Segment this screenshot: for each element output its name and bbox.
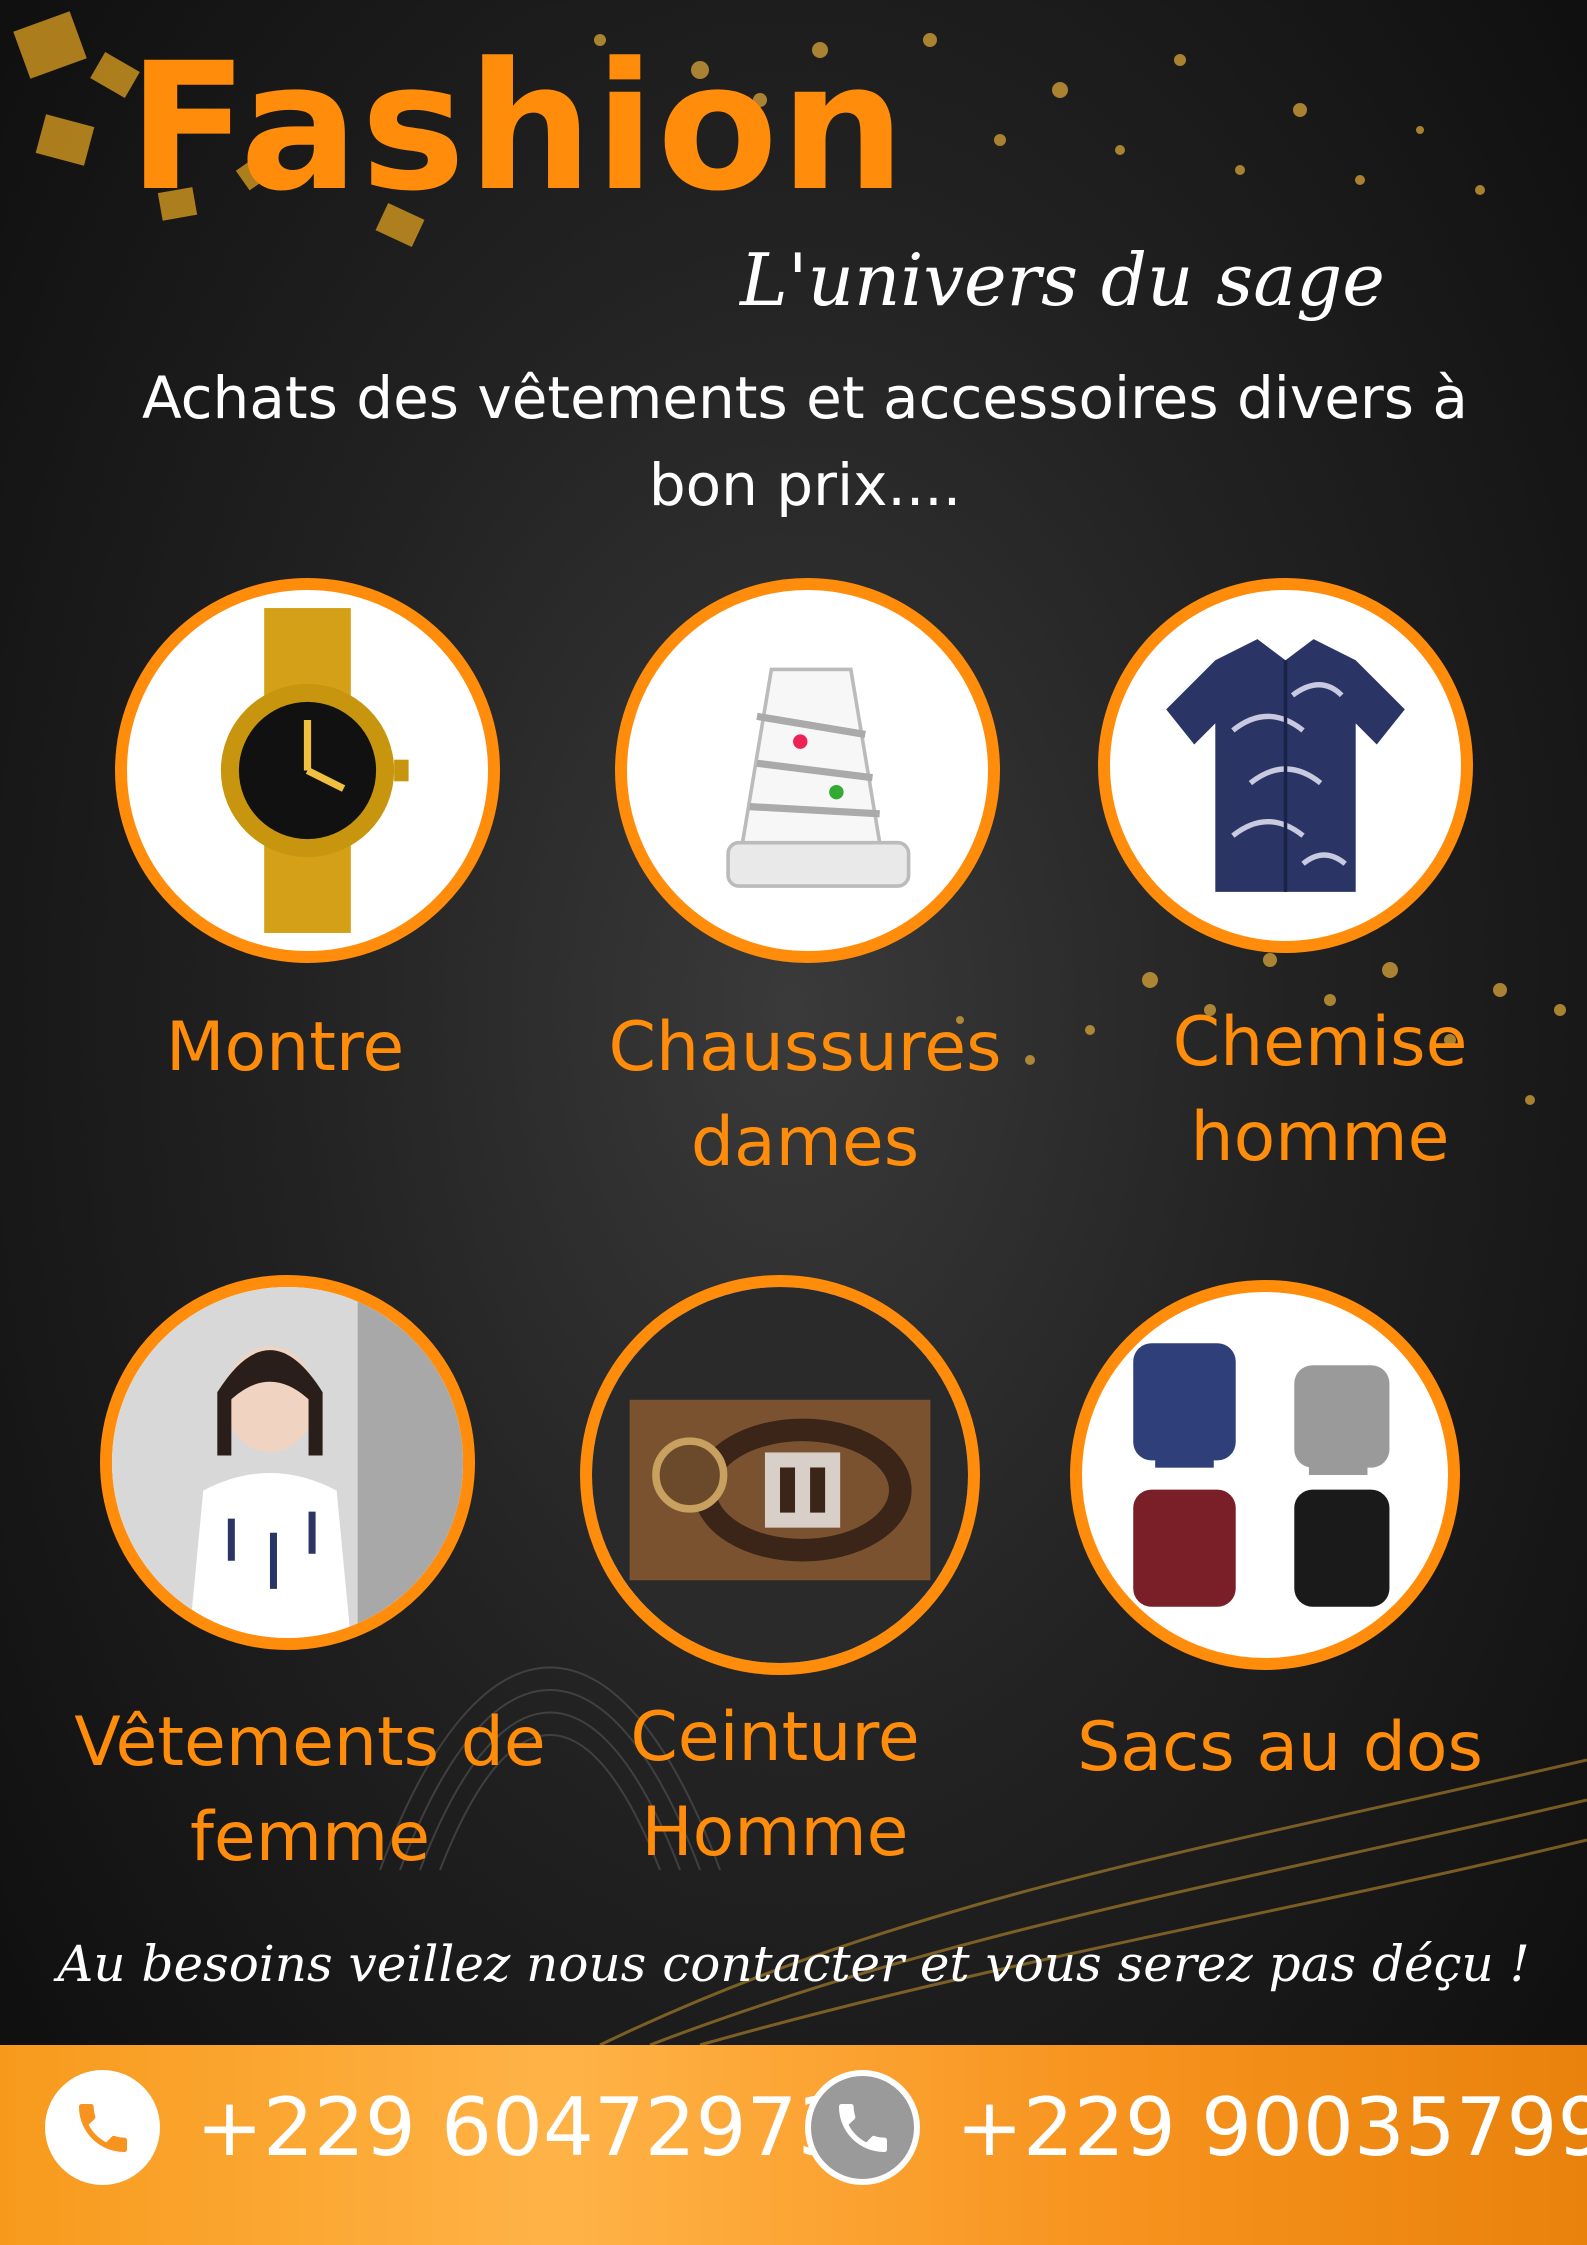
tagline-line-2: bon prix.... <box>648 451 962 519</box>
whatsapp-contact[interactable]: +229 60472973 <box>45 2070 848 2185</box>
phone-number[interactable]: +229 90035799 <box>956 2081 1587 2174</box>
belt-image <box>580 1275 980 1675</box>
phone-icon[interactable] <box>805 2070 920 2185</box>
product-label-line-1: Chaussures <box>608 1008 1002 1087</box>
product-label: Sacs au dos <box>1040 1700 1520 1795</box>
product-label: Vêtements de femme <box>60 1695 560 1885</box>
phone-contact[interactable]: +229 90035799 <box>805 2070 1587 2185</box>
backpack-image <box>1070 1280 1460 1670</box>
product-label: Chaussures dames <box>560 1000 1050 1190</box>
page-title: Fashion <box>128 25 908 230</box>
whatsapp-icon[interactable] <box>45 2070 160 2185</box>
product-label-line-1: Montre <box>165 1008 405 1087</box>
shirt-image <box>1098 578 1473 953</box>
closing-message: Au besoins veillez nous contacter et vou… <box>57 1935 1530 1993</box>
product-label-line-2: dames <box>690 1103 920 1183</box>
whatsapp-number[interactable]: +229 60472973 <box>196 2081 848 2174</box>
product-label-line-1: Ceinture <box>630 1698 920 1777</box>
watch-image <box>115 578 500 963</box>
product-label-line-2: femme <box>189 1798 431 1878</box>
product-label-line-1: Vêtements de <box>74 1703 546 1782</box>
product-label-line-1: Sacs au dos <box>1077 1708 1483 1787</box>
subtitle: L'univers du sage <box>740 238 1385 322</box>
shoe-image <box>615 578 1000 963</box>
woman-clothing-image <box>100 1275 475 1650</box>
product-label-line-2: homme <box>1190 1098 1450 1178</box>
product-label: Ceinture Homme <box>560 1690 990 1880</box>
product-label: Montre <box>85 1000 485 1095</box>
product-label-line-1: Chemise <box>1172 1003 1468 1082</box>
tagline-line-1: Achats des vêtements et accessoires dive… <box>142 364 1468 432</box>
product-label-line-2: Homme <box>641 1793 909 1873</box>
tagline: Achats des vêtements et accessoires dive… <box>100 355 1510 529</box>
product-label: Chemise homme <box>1110 995 1530 1185</box>
